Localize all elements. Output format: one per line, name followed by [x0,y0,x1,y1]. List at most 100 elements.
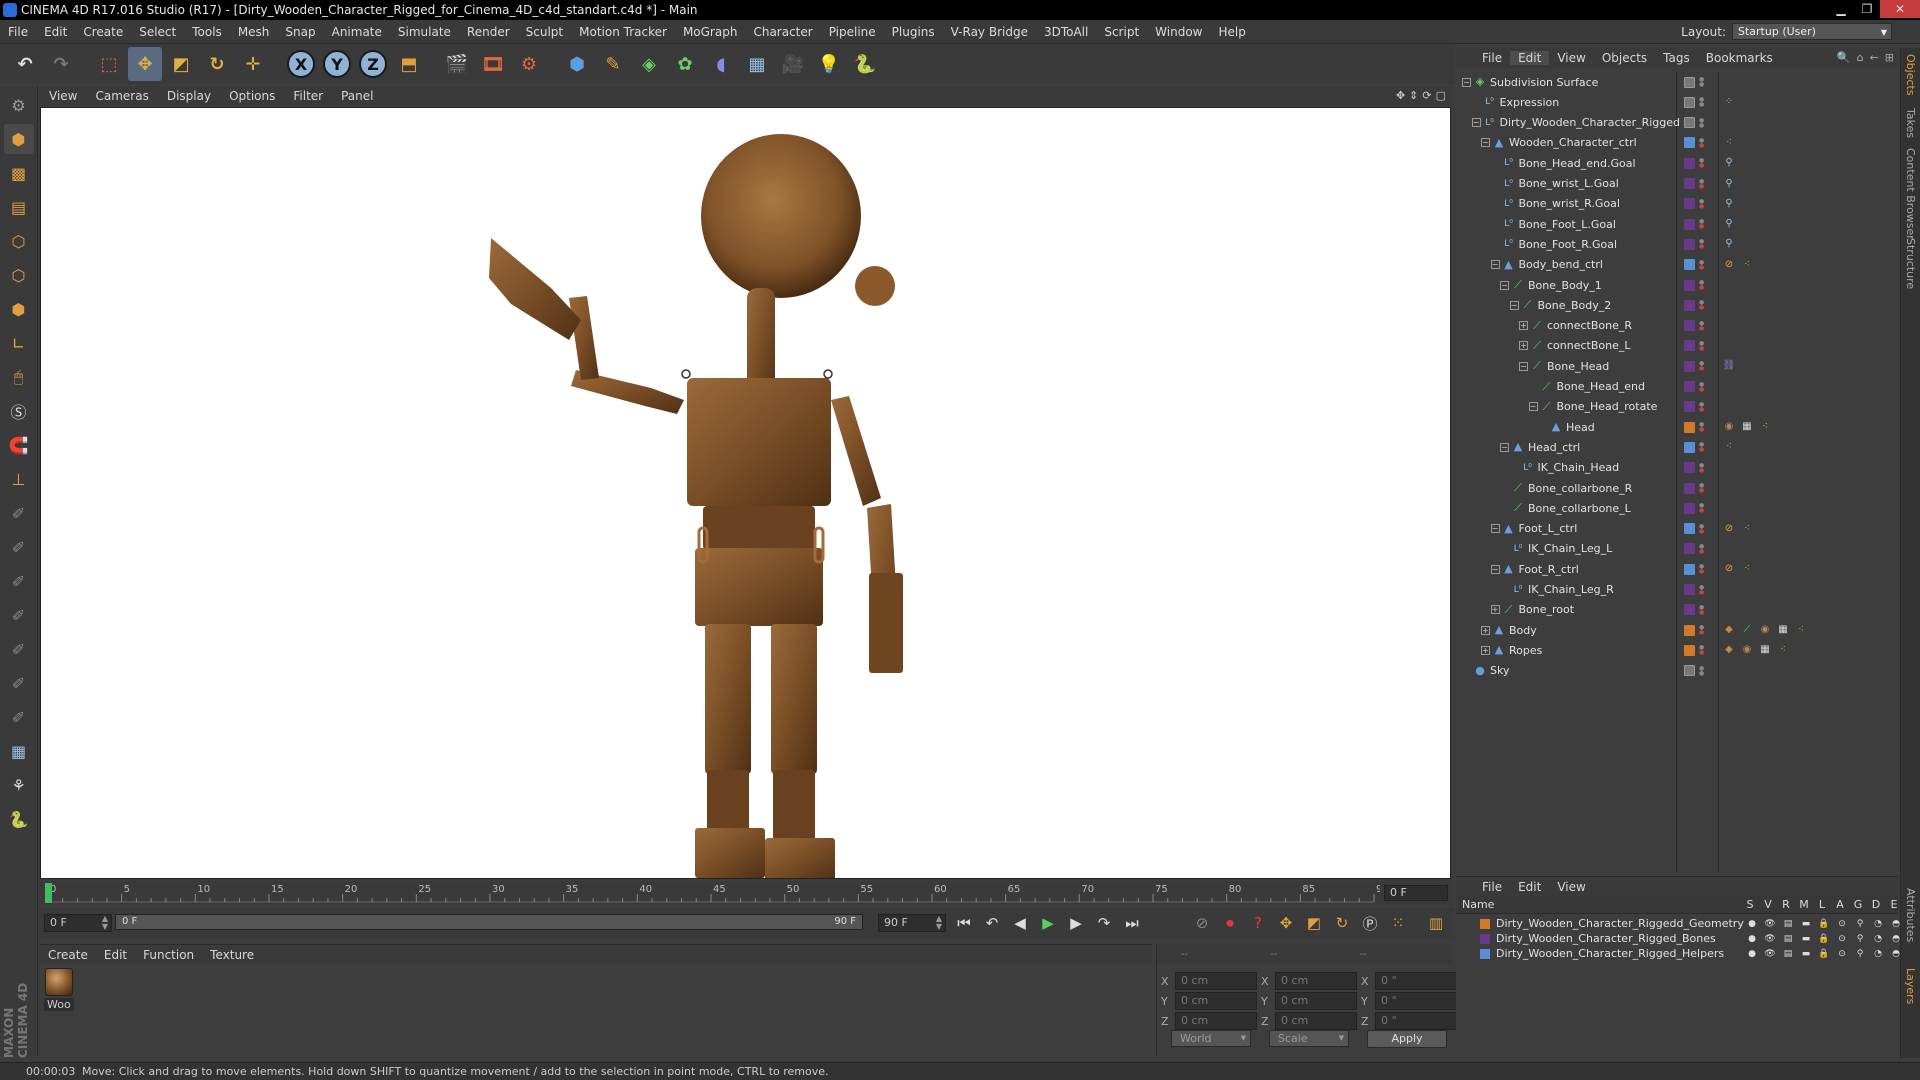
visibility-dots[interactable]: ● ● [1699,625,1705,636]
visibility-dots[interactable]: ● ● [1699,239,1705,250]
object-row[interactable]: − ⟋ Bone_Body_2 ● ● [1456,295,1898,315]
uvw-tag-icon[interactable]: ▦ [1758,643,1772,657]
maximize-icon[interactable]: ❐ [1854,0,1880,18]
sculpt-brush-6-icon[interactable]: ✐ [4,668,34,698]
undo-icon[interactable]: ↶ [8,47,42,81]
visibility-dots[interactable]: ● ● [1699,219,1705,230]
menu-3dtoall[interactable]: 3DToAll [1036,25,1096,39]
playhead[interactable] [45,883,52,903]
menu-snap[interactable]: Snap [277,25,323,39]
layer-toggle-icon[interactable]: 🔒 [1815,919,1833,929]
object-menu-view[interactable]: View [1549,51,1593,65]
edges-mode-icon[interactable]: ⬡ [4,260,34,290]
collapse-icon[interactable]: − [1471,118,1481,128]
floor-icon[interactable]: ▦ [740,47,774,81]
rotation-z-field[interactable]: 0 ° [1375,1012,1457,1030]
ik-goal-tag-icon[interactable]: ⚲ [1722,197,1736,211]
visibility-dots[interactable]: ● ● [1699,77,1705,88]
object-name[interactable]: Bone_root [1519,603,1575,616]
key-rotation-icon[interactable]: ↻ [1328,909,1356,937]
viewport-menu-options[interactable]: Options [220,89,284,103]
material-menu-function[interactable]: Function [135,948,202,962]
model-mode-icon[interactable]: ⬢ [3,124,34,154]
object-row[interactable]: − ⟋ Bone_Head_rotate ● ● [1456,397,1898,417]
layer-color-swatch[interactable] [1684,137,1695,149]
layer-toggle-icon[interactable]: ▤ [1779,919,1797,929]
display-tag-icon[interactable]: ⁖ [1776,643,1790,657]
tab-attributes[interactable]: Attributes [1904,888,1917,942]
layer-toggle-icon[interactable]: 🔒 [1815,934,1833,944]
object-name[interactable]: Foot_R_ctrl [1519,563,1579,576]
collapse-icon[interactable]: − [1500,442,1509,452]
object-menu-tags[interactable]: Tags [1655,51,1698,65]
layer-edit-icon[interactable] [1684,76,1695,88]
sculpt-brush-7-icon[interactable]: ✐ [4,702,34,732]
sculpt-brush-3-icon[interactable]: ✐ [4,566,34,596]
layer-color-swatch[interactable] [1684,259,1695,271]
expand-icon[interactable]: + [1519,341,1528,351]
object-name[interactable]: Bone_Foot_R.Goal [1519,238,1618,251]
axis-mode-icon[interactable]: ∟ [4,328,34,358]
x-axis-lock-icon[interactable]: X [284,47,318,81]
python-icon[interactable]: 🐍 [848,47,882,81]
layer-color-swatch[interactable] [1684,563,1695,575]
object-name[interactable]: IK_Chain_Leg_R [1528,583,1614,596]
constraint-tag-icon[interactable]: ⛓ [1722,359,1736,373]
layer-toggle-icon[interactable]: ⚲ [1851,949,1869,959]
deformer-icon[interactable]: ◖ [704,47,738,81]
render-settings-icon[interactable]: ⚙ [512,47,546,81]
layer-toggle-icon[interactable]: ◔ [1869,934,1887,944]
viewport-menu-filter[interactable]: Filter [284,89,332,103]
lock-grid-icon[interactable]: ▦ [4,736,34,766]
menu-motion-tracker[interactable]: Motion Tracker [571,25,675,39]
collapse-icon[interactable]: − [1509,300,1519,310]
back-icon[interactable]: ← [1870,51,1879,64]
visibility-dots[interactable]: ● ● [1699,584,1705,595]
collapse-icon[interactable]: − [1490,260,1500,270]
object-menu-bookmarks[interactable]: Bookmarks [1698,51,1781,65]
visibility-dots[interactable]: ● ● [1699,442,1705,453]
menu-simulate[interactable]: Simulate [390,25,459,39]
workplane-mode-icon[interactable]: ▤ [4,192,34,222]
layer-color-swatch[interactable] [1684,381,1695,392]
texture-tag-icon[interactable]: ◆ [1722,643,1736,657]
object-name[interactable]: IK_Chain_Head [1538,461,1620,474]
layer-toggle-icon[interactable]: ● [1743,919,1761,929]
object-name[interactable]: Dirty_Wooden_Character_Rigged [1500,116,1681,129]
layer-color-swatch[interactable] [1684,401,1695,413]
tab-content-browser[interactable]: Content Browser [1904,148,1917,240]
layer-column-g[interactable]: G [1849,898,1867,911]
layer-toggle-icon[interactable]: ⊙ [1833,919,1851,929]
y-axis-lock-icon[interactable]: Y [320,47,354,81]
layer-column-l[interactable]: L [1813,898,1831,911]
size-y-field[interactable]: 0 cm [1275,992,1357,1010]
menu-sculpt[interactable]: Sculpt [518,25,571,39]
layer-toggle-icon[interactable]: ⚲ [1851,919,1869,929]
menu-script[interactable]: Script [1096,25,1147,39]
uvw-tag-icon[interactable]: ▦ [1740,420,1754,434]
visibility-dots[interactable]: ● ● [1699,280,1705,291]
object-row[interactable]: L⁰ Expression ● ● ⁘ [1456,92,1898,112]
rotate-tool-icon[interactable]: ↻ [200,47,234,81]
layer-name[interactable]: Dirty_Wooden_Character_Rigged_Helpers [1496,947,1724,960]
layer-row[interactable]: Dirty_Wooden_Character_Rigged_Helpers ● 👁 ▤… [1456,946,1900,961]
object-name[interactable]: Expression [1500,96,1560,109]
layer-toggle-icon[interactable]: 👁 [1761,934,1779,944]
layer-toggle-icon[interactable]: ⊙ [1833,934,1851,944]
viewport-menu-cameras[interactable]: Cameras [86,89,157,103]
layer-column-a[interactable]: A [1831,898,1849,911]
material-menu-edit[interactable]: Edit [96,948,135,962]
layer-color-swatch[interactable] [1684,543,1695,555]
coordinate-space-dropdown[interactable]: World [1171,1030,1251,1047]
layer-menu-view[interactable]: View [1549,880,1593,894]
ik-goal-tag-icon[interactable]: ⚲ [1722,156,1736,170]
object-row[interactable]: L⁰ Bone_Foot_L.Goal ● ● ⚲ [1456,214,1898,234]
layer-color-swatch[interactable] [1684,238,1695,250]
go-to-end-icon[interactable]: ⏭ [1118,909,1146,937]
position-y-field[interactable]: 0 cm [1175,992,1257,1010]
visibility-dots[interactable]: ● ● [1699,97,1705,108]
viewport-menu-panel[interactable]: Panel [332,89,382,103]
protection-tag-icon[interactable]: ⊘ [1722,258,1736,272]
tweak-mode-icon[interactable]: 🖱 [4,362,34,392]
visibility-dots[interactable]: ● ● [1699,645,1705,656]
